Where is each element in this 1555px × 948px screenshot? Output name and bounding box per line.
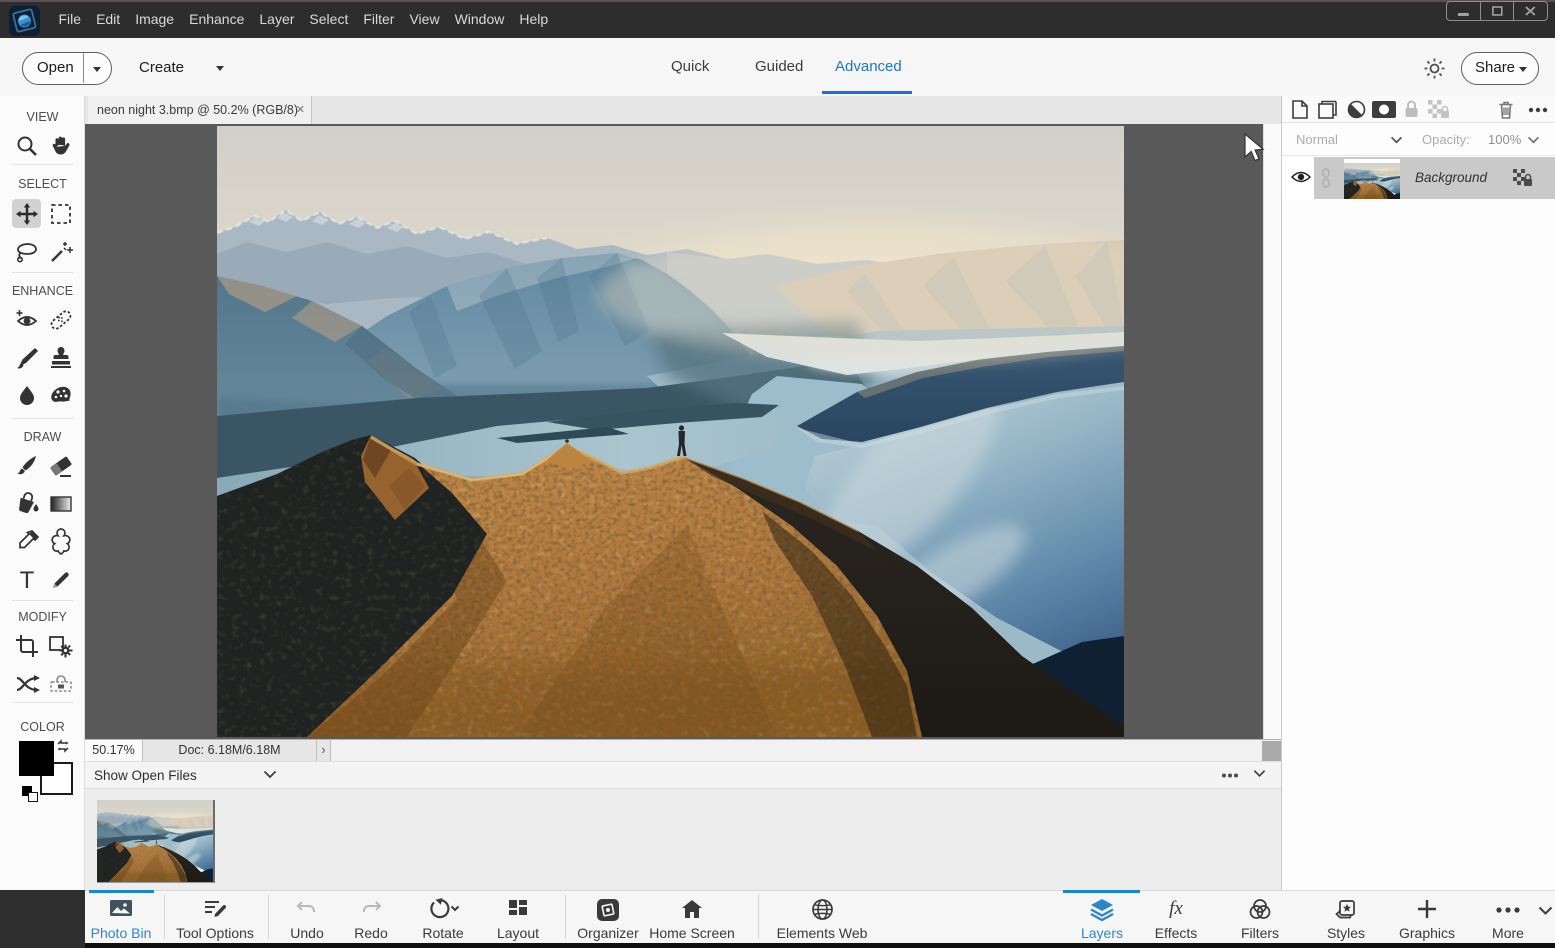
svg-text:T: T [20, 567, 35, 594]
